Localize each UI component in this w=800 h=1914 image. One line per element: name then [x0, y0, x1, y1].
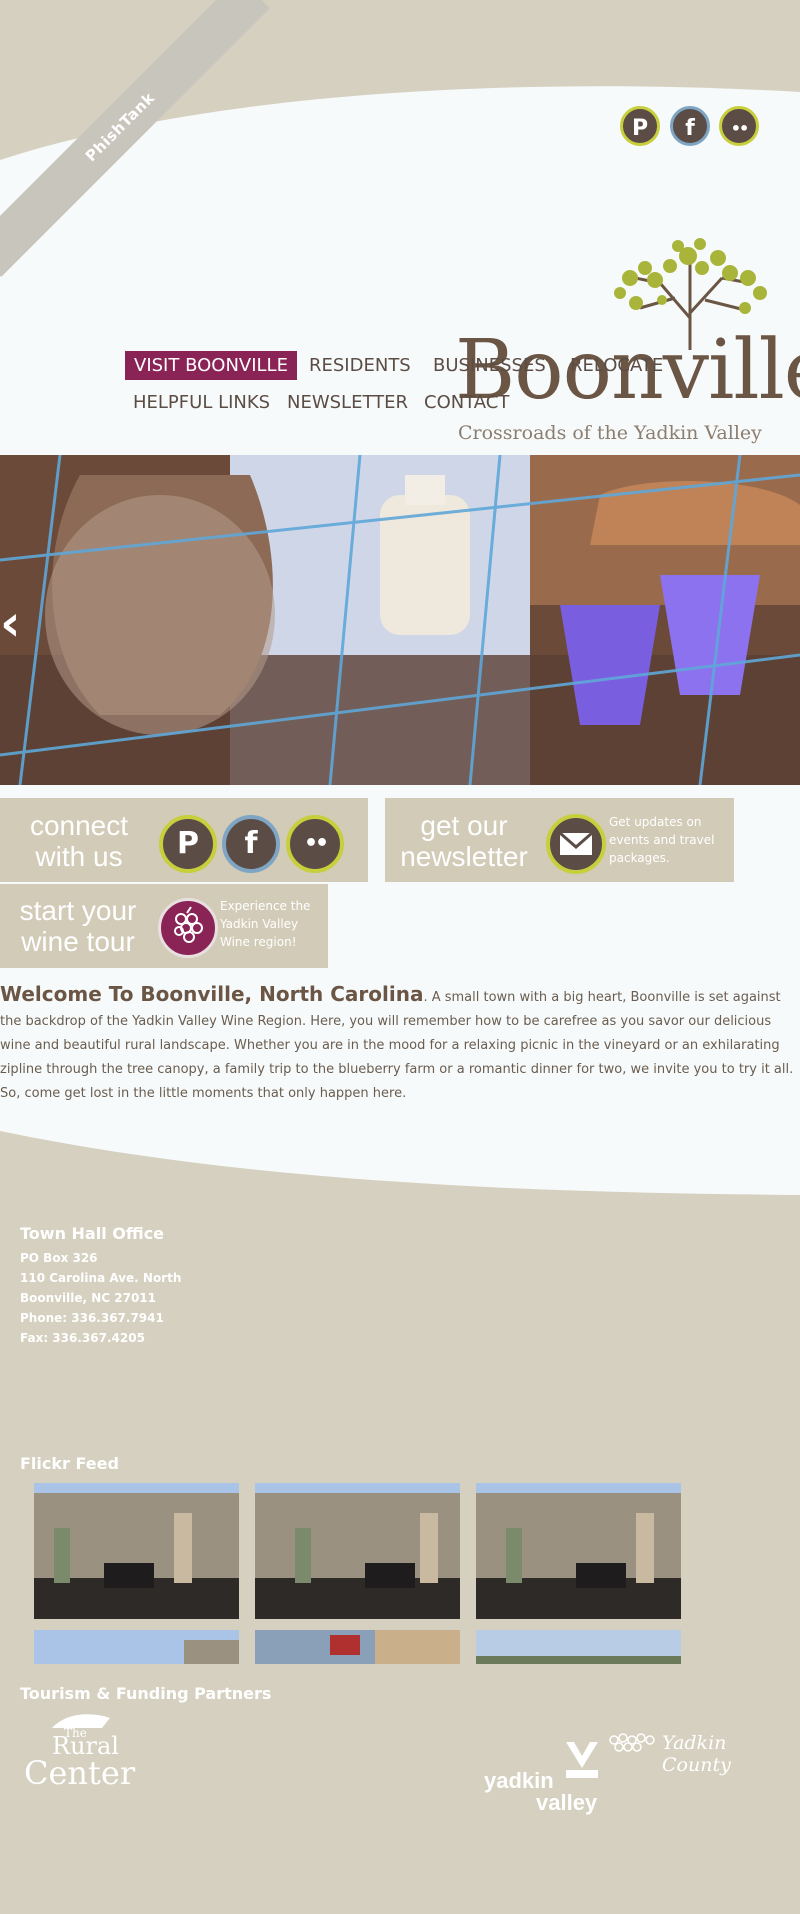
flickr-photo[interactable]	[255, 1630, 460, 1664]
connect-line2: with us	[35, 841, 123, 872]
fax-line: Fax: 336.367.4205	[20, 1331, 145, 1345]
newsletter-title: get our newsletter	[390, 810, 538, 872]
yadkin-county-name: Yadkin County	[662, 1732, 731, 1776]
phone-line: Phone: 336.367.7941	[20, 1311, 164, 1325]
nav-residents[interactable]: RESIDENTS	[309, 355, 411, 376]
yadkin-valley-mark-icon	[566, 1742, 598, 1778]
town-hall-address: PO Box 326 110 Carolina Ave. North Boonv…	[20, 1248, 181, 1348]
wine-tour-text: Experience the Yadkin Valley Wine region…	[220, 899, 311, 949]
yadkin-county-logo[interactable]: Yadkin County	[604, 1728, 784, 1776]
wine-tour-title: start your wine tour	[8, 895, 148, 957]
welcome-body: . A small town with a big heart, Boonvil…	[0, 990, 794, 1101]
grape-vine-icon	[609, 1733, 655, 1752]
newsletter-line2: newsletter	[400, 841, 528, 872]
address-line: 110 Carolina Ave. North	[20, 1271, 182, 1285]
grapes-icon[interactable]	[158, 898, 218, 958]
newsletter-line1: get our	[420, 810, 508, 841]
flickr-icon[interactable]: ••	[719, 106, 759, 146]
nav-visit-boonville[interactable]: VISIT BOONVILLE	[125, 351, 297, 380]
wine-line2: wine tour	[21, 926, 135, 957]
newsletter-text: Get updates on events and travel package…	[609, 815, 715, 865]
logo-tagline: Crossroads of the Yadkin Valley	[458, 422, 762, 444]
nav-relocate[interactable]: RELOCATE	[570, 355, 663, 376]
nav-newsletter[interactable]: NEWSLETTER	[287, 392, 408, 413]
yadkin-valley-line2: valley	[536, 1790, 598, 1815]
rural-center-line3: Center	[24, 1754, 136, 1792]
flickr-feed-title: Flickr Feed	[20, 1454, 119, 1473]
flickr-photo[interactable]	[34, 1630, 239, 1664]
facebook-icon[interactable]: f	[670, 106, 710, 146]
address-line: PO Box 326	[20, 1251, 98, 1265]
flickr-photo[interactable]	[34, 1483, 239, 1619]
facebook-icon[interactable]: f	[222, 815, 280, 873]
flickr-photo[interactable]	[255, 1483, 460, 1619]
connect-title: connect with us	[14, 810, 144, 872]
town-hall-title: Town Hall Office	[20, 1224, 165, 1243]
envelope-icon[interactable]	[546, 814, 606, 874]
nav-contact[interactable]: CONTACT	[424, 392, 509, 413]
hero-image	[0, 455, 800, 785]
flickr-icon[interactable]: ••	[286, 815, 344, 873]
nav-helpful-links[interactable]: HELPFUL LINKS	[133, 392, 270, 413]
partners-title: Tourism & Funding Partners	[20, 1684, 272, 1703]
pinterest-icon[interactable]: P	[620, 106, 660, 146]
nav-businesses[interactable]: BUSINESSES	[433, 355, 546, 376]
welcome-section: Welcome To Boonville, North Carolina. A …	[0, 982, 800, 1106]
address-line: Boonville, NC 27011	[20, 1291, 156, 1305]
flickr-photo[interactable]	[476, 1483, 681, 1619]
rural-center-logo[interactable]: The Rural Center	[22, 1710, 136, 1792]
welcome-heading: Welcome To Boonville, North Carolina	[0, 982, 424, 1006]
rural-center-mark-icon	[52, 1714, 110, 1728]
flickr-photo[interactable]	[476, 1630, 681, 1664]
slideshow-prev-button[interactable]: ‹	[0, 598, 30, 648]
pinterest-icon[interactable]: P	[159, 815, 217, 873]
wine-line1: start your	[19, 895, 137, 926]
hero-slideshow: ‹	[0, 455, 800, 785]
connect-line1: connect	[29, 810, 129, 841]
